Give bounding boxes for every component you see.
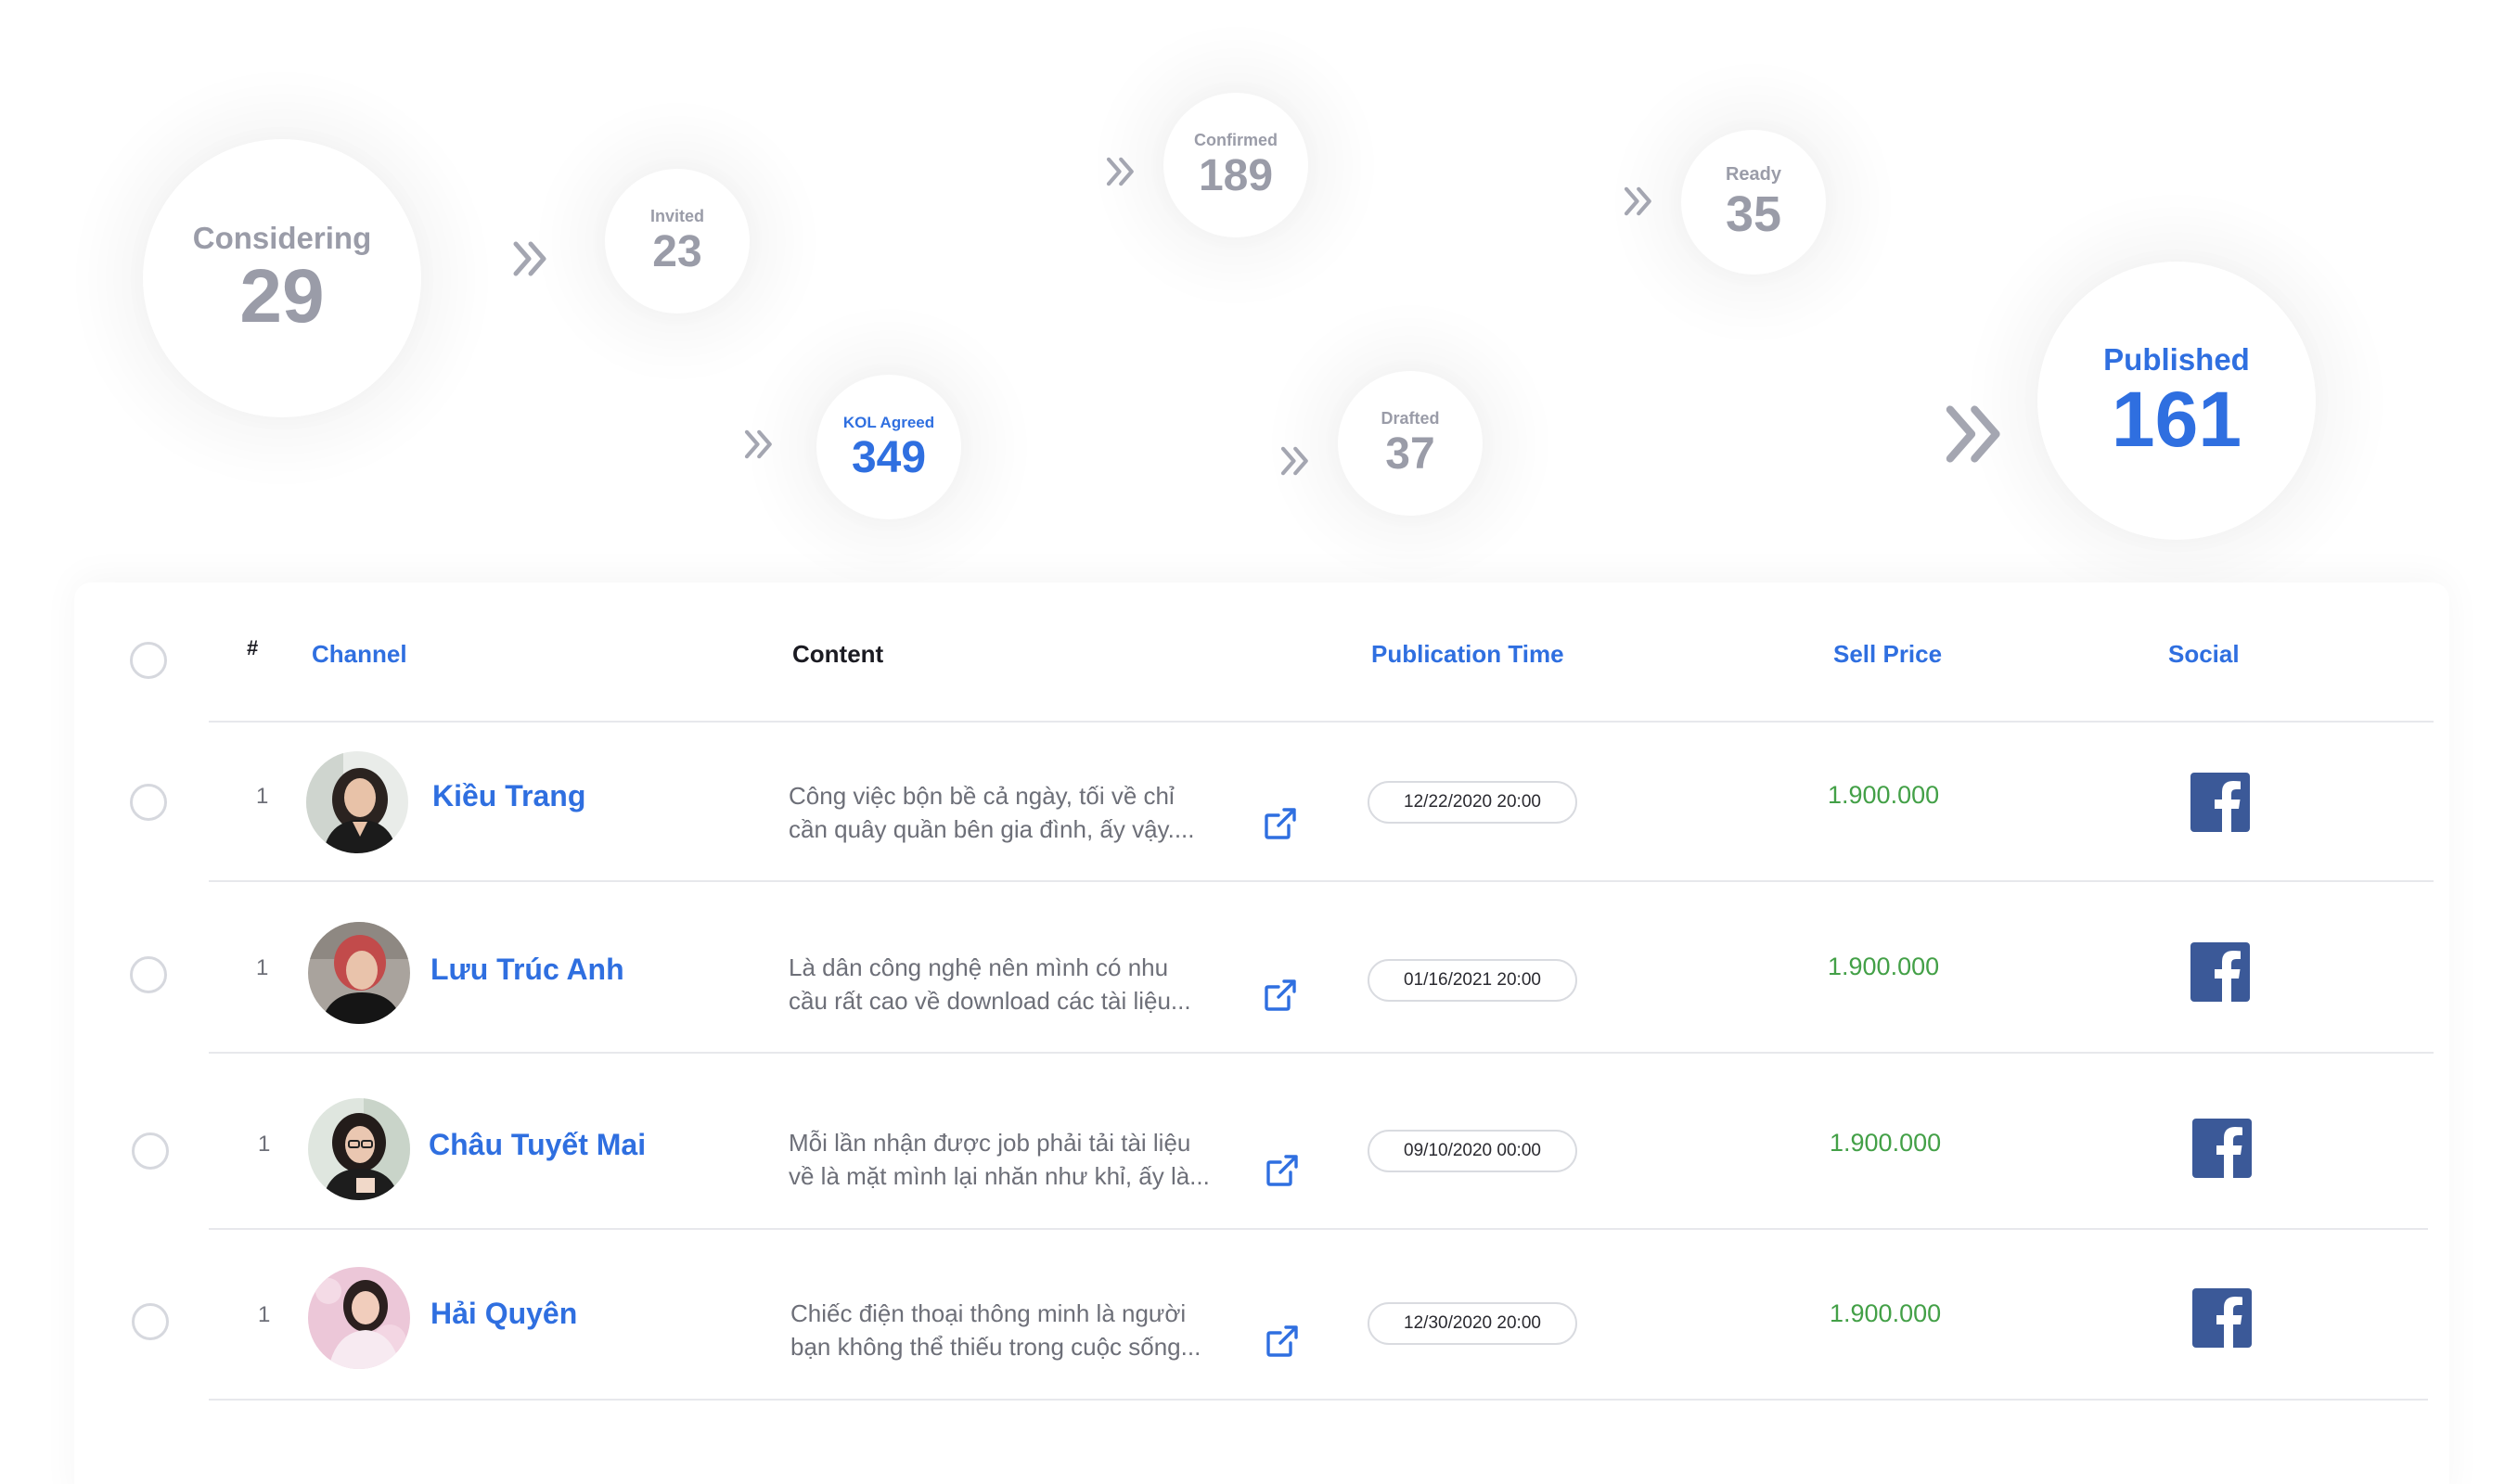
row-checkbox[interactable] — [130, 956, 167, 993]
avatar — [308, 922, 410, 1024]
funnel-stage-ready[interactable]: Ready 35 — [1681, 130, 1826, 275]
content-preview: Mỗi lần nhận được job phải tải tài liệu … — [789, 1126, 1252, 1193]
chevron-double-right-icon — [1622, 184, 1657, 219]
row-divider — [209, 1228, 2428, 1230]
row-checkbox[interactable] — [132, 1303, 169, 1340]
row-index: 1 — [258, 1302, 271, 1327]
funnel-stage-label: Published — [2103, 341, 2250, 377]
row-index: 1 — [258, 1132, 271, 1157]
funnel-stage-value: 349 — [851, 432, 927, 482]
content-preview: Là dân công nghệ nên mình có nhu cầu rất… — [789, 951, 1252, 1017]
facebook-icon[interactable] — [2190, 773, 2250, 832]
sell-price: 1.900.000 — [1830, 1129, 1942, 1157]
publication-time-pill[interactable]: 12/30/2020 20:00 — [1368, 1302, 1577, 1345]
row-divider — [209, 1052, 2434, 1054]
chevron-double-right-icon — [742, 427, 777, 462]
content-preview: Chiếc điện thoại thông minh là người bạn… — [790, 1297, 1254, 1363]
row-index: 1 — [256, 955, 269, 980]
row-divider — [209, 880, 2434, 882]
column-header-index: # — [247, 636, 259, 659]
row-checkbox[interactable] — [130, 784, 167, 821]
content-line: Là dân công nghệ nên mình có nhu — [789, 953, 1169, 981]
funnel-stage-invited[interactable]: Invited 23 — [605, 169, 750, 313]
external-link-icon[interactable] — [1262, 977, 1299, 1018]
facebook-icon[interactable] — [2192, 1288, 2252, 1348]
funnel-stage-label: Drafted — [1381, 409, 1440, 428]
row-divider — [209, 1399, 2428, 1401]
chevron-double-right-icon — [1941, 399, 2011, 469]
row-checkbox[interactable] — [132, 1132, 169, 1170]
chevron-double-right-icon — [510, 237, 553, 280]
external-link-icon[interactable] — [1262, 805, 1299, 847]
sell-price: 1.900.000 — [1828, 781, 1940, 809]
funnel-stage-label: Considering — [192, 220, 372, 255]
content-line: Chiếc điện thoại thông minh là người — [790, 1299, 1187, 1327]
funnel-stage-value: 161 — [2111, 375, 2242, 463]
channel-name-link[interactable]: Kiều Trang — [432, 779, 585, 813]
content-line: cầu rất cao về download các tài liệu... — [789, 987, 1191, 1015]
funnel-stage-label: Confirmed — [1194, 131, 1278, 149]
channel-name-link[interactable]: Hải Quyên — [430, 1297, 577, 1331]
funnel-stage-value: 29 — [239, 253, 325, 339]
sell-price: 1.900.000 — [1828, 953, 1940, 980]
facebook-icon[interactable] — [2192, 1119, 2252, 1178]
avatar — [308, 1267, 410, 1369]
funnel-stage-confirmed[interactable]: Confirmed 189 — [1163, 93, 1308, 237]
row-index: 1 — [256, 784, 269, 809]
channel-name-link[interactable]: Châu Tuyết Mai — [429, 1128, 646, 1162]
column-header-social[interactable]: Social — [2168, 640, 2240, 669]
publication-time-pill[interactable]: 09/10/2020 00:00 — [1368, 1130, 1577, 1172]
kol-table-card — [74, 582, 2449, 1484]
avatar — [306, 751, 408, 853]
external-link-icon[interactable] — [1264, 1323, 1301, 1364]
funnel-stage-value: 189 — [1198, 151, 1274, 200]
content-line: về là mặt mình lại nhăn như khỉ, ấy là..… — [789, 1162, 1210, 1190]
column-header-channel[interactable]: Channel — [312, 640, 407, 669]
funnel-stage-value: 37 — [1385, 429, 1435, 479]
header-divider — [209, 721, 2434, 723]
content-line: bạn không thể thiếu trong cuộc sống... — [790, 1333, 1201, 1361]
content-preview: Công việc bộn bề cả ngày, tối về chỉ cần… — [789, 779, 1252, 846]
funnel-stage-label: KOL Agreed — [842, 413, 935, 431]
sell-price: 1.900.000 — [1830, 1299, 1942, 1327]
chevron-double-right-icon — [1278, 443, 1314, 479]
external-link-icon[interactable] — [1264, 1152, 1301, 1194]
publication-time-pill[interactable]: 01/16/2021 20:00 — [1368, 959, 1577, 1002]
select-all-checkbox[interactable] — [130, 642, 167, 679]
content-line: Công việc bộn bề cả ngày, tối về chỉ — [789, 782, 1175, 810]
funnel-stage-kol-agreed[interactable]: KOL Agreed 349 — [816, 375, 961, 519]
publication-time-pill[interactable]: 12/22/2020 20:00 — [1368, 781, 1577, 824]
column-header-content: Content — [792, 640, 884, 668]
funnel-stage-considering[interactable]: Considering 29 — [143, 139, 421, 417]
avatar — [308, 1098, 410, 1200]
funnel-stage-label: Ready — [1725, 164, 1782, 185]
kol-campaign-dashboard: Considering 29 Invited 23 KOL Agreed 349… — [0, 0, 2505, 1484]
funnel-stage-value: 35 — [1725, 186, 1782, 242]
column-header-publication-time[interactable]: Publication Time — [1371, 640, 1564, 669]
facebook-icon[interactable] — [2190, 942, 2250, 1002]
column-header-sell-price[interactable]: Sell Price — [1833, 640, 1942, 669]
funnel-stage-value: 23 — [652, 227, 702, 276]
chevron-double-right-icon — [1104, 154, 1139, 189]
content-line: Mỗi lần nhận được job phải tải tài liệu — [789, 1129, 1191, 1157]
funnel-stage-label: Invited — [649, 207, 704, 225]
content-line: cần quây quần bên gia đình, ấy vậy.... — [789, 815, 1195, 843]
channel-name-link[interactable]: Lưu Trúc Anh — [430, 953, 624, 987]
funnel-stage-drafted[interactable]: Drafted 37 — [1338, 371, 1483, 516]
funnel-stage-published[interactable]: Published 161 — [2037, 262, 2316, 540]
